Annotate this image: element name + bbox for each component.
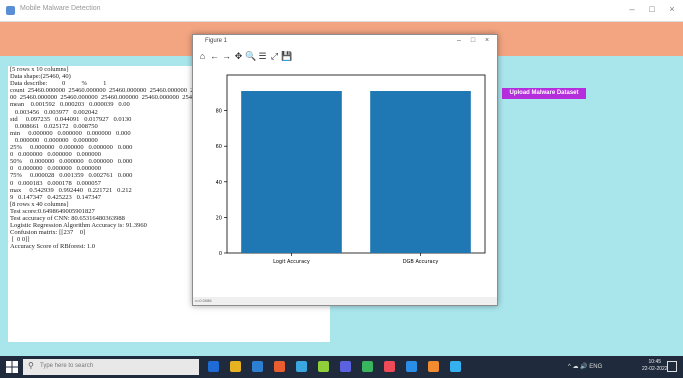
maximize-button[interactable]: □ bbox=[644, 4, 660, 14]
windows-start-icon[interactable] bbox=[6, 361, 18, 373]
figure-titlebar[interactable]: Figure 1 – □ × bbox=[193, 35, 497, 49]
y-tick-label: 0 bbox=[219, 251, 222, 257]
taskbar-app-icon[interactable] bbox=[274, 361, 285, 372]
minimize-button[interactable]: – bbox=[624, 4, 640, 14]
system-tray[interactable]: ^ ☁ 🔊 ENG bbox=[568, 363, 602, 370]
subplots-icon[interactable]: ☰ bbox=[257, 51, 268, 62]
taskbar-app-icon[interactable] bbox=[428, 361, 439, 372]
bar-chart: 0 20 40 60 80 Logit Accuracy DGB Accuracy bbox=[216, 74, 486, 265]
taskbar-app-icon[interactable] bbox=[230, 361, 241, 372]
taskbar-app-icon[interactable] bbox=[384, 361, 395, 372]
figure-maximize-button[interactable]: □ bbox=[467, 37, 479, 44]
search-icon: ⚲ bbox=[28, 361, 34, 370]
app-icon bbox=[6, 6, 15, 15]
upload-dataset-button[interactable]: Upload Malware Dataset bbox=[502, 88, 586, 99]
app-title: Mobile Malware Detection bbox=[20, 5, 101, 12]
home-icon[interactable]: ⌂ bbox=[197, 51, 208, 61]
figure-close-button[interactable]: × bbox=[481, 37, 493, 44]
taskbar-search-input[interactable]: ⚲ Type here to search bbox=[23, 359, 199, 375]
y-tick-label: 40 bbox=[216, 180, 222, 186]
taskbar-app-icon[interactable] bbox=[252, 361, 263, 372]
x-tick-label: Logit Accuracy bbox=[273, 259, 310, 265]
clock-date: 22-02-2022 bbox=[642, 366, 668, 372]
y-tick-label: 60 bbox=[216, 144, 222, 150]
save-icon[interactable]: 💾 bbox=[281, 51, 292, 62]
notification-icon[interactable] bbox=[667, 361, 677, 372]
figure-statusbar: x=0.0086 bbox=[193, 297, 497, 305]
pan-icon[interactable]: ✥ bbox=[233, 51, 244, 62]
close-button[interactable]: × bbox=[664, 4, 680, 14]
figure-toolbar: ⌂ ← → ✥ 🔍 ☰ ⤢ 💾 bbox=[193, 49, 497, 65]
edit-axes-icon[interactable]: ⤢ bbox=[269, 51, 280, 62]
zoom-icon[interactable]: 🔍 bbox=[245, 51, 256, 62]
taskbar-app-icon[interactable] bbox=[318, 361, 329, 372]
back-icon[interactable]: ← bbox=[209, 51, 220, 61]
taskbar-app-icon[interactable] bbox=[362, 361, 373, 372]
taskbar-app-icon[interactable] bbox=[340, 361, 351, 372]
figure-window[interactable]: Figure 1 – □ × ⌂ ← → ✥ 🔍 ☰ ⤢ 💾 0 20 40 60 80… bbox=[192, 34, 498, 306]
forward-icon[interactable]: → bbox=[221, 51, 232, 61]
taskbar-app-icon[interactable] bbox=[208, 361, 219, 372]
app-titlebar: Mobile Malware Detection – □ × bbox=[0, 0, 683, 22]
figure-title: Figure 1 bbox=[205, 38, 228, 44]
search-placeholder: Type here to search bbox=[40, 363, 94, 369]
figure-minimize-button[interactable]: – bbox=[453, 37, 465, 44]
taskbar-app-icon[interactable] bbox=[406, 361, 417, 372]
bar bbox=[370, 91, 471, 253]
y-tick-label: 20 bbox=[216, 215, 222, 221]
taskbar: ⚲ Type here to search ^ ☁ 🔊 ENG 10:45 22… bbox=[0, 356, 683, 378]
x-tick-label: DGB Accuracy bbox=[403, 259, 439, 265]
taskbar-app-icon[interactable] bbox=[296, 361, 307, 372]
bar bbox=[241, 91, 342, 253]
cursor-readout: x=0.0086 bbox=[195, 298, 212, 303]
y-tick-label: 80 bbox=[216, 109, 222, 115]
clock-time: 10:45 bbox=[648, 359, 662, 365]
clock[interactable]: 10:45 22-02-2022 bbox=[642, 359, 668, 373]
taskbar-app-icon[interactable] bbox=[450, 361, 461, 372]
